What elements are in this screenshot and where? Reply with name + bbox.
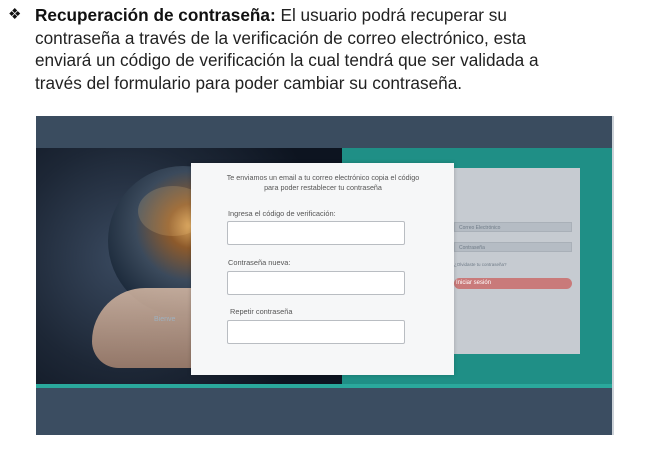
description-paragraph: ❖ Recuperación de contraseña: El usuario…	[8, 4, 634, 94]
bg-forgot-password-link: ¿Olvidaste tu contraseña?	[454, 262, 507, 267]
paragraph-line-3: enviará un código de verificación la cua…	[35, 50, 539, 71]
app-bottom-area	[36, 388, 614, 435]
paragraph-line-1-rest: El usuario podrá recuperar su	[275, 5, 507, 25]
paragraph-line-4: través del formulario para poder cambiar…	[35, 72, 463, 93]
modal-message-line-1: Te enviamos un email a tu correo electró…	[226, 173, 420, 182]
app-top-bar	[36, 116, 614, 148]
paragraph-term: Recuperación de contraseña:	[35, 5, 276, 25]
modal-message: Te enviamos un email a tu correo electró…	[207, 173, 439, 192]
repeat-password-input[interactable]	[227, 320, 405, 344]
background-login-form: Correo Electrónico Contraseña ¿Olvidaste…	[446, 168, 580, 354]
screenshot-right-border	[612, 116, 614, 435]
repeat-password-label: Repetir contraseña	[230, 307, 293, 316]
paragraph-text: Recuperación de contraseña: El usuario p…	[8, 4, 634, 94]
paragraph-line-1: Recuperación de contraseña: El usuario p…	[35, 4, 634, 27]
verification-code-input[interactable]	[227, 221, 405, 245]
new-password-label: Contraseña nueva:	[228, 258, 291, 267]
password-recovery-modal: Te enviamos un email a tu correo electró…	[191, 163, 454, 375]
bg-email-field: Correo Electrónico	[454, 222, 572, 232]
bg-login-button: Iniciar sesión	[454, 278, 572, 289]
bg-password-field: Contraseña	[454, 242, 572, 252]
code-label: Ingresa el código de verificación:	[228, 209, 336, 218]
new-password-input[interactable]	[227, 271, 405, 295]
hero-caption: Bienve	[154, 316, 176, 323]
bullet-diamond-icon: ❖	[8, 6, 22, 23]
paragraph-line-2: contraseña a través de la verificación d…	[35, 27, 527, 48]
embedded-screenshot: Bienve ●●● Correo Electrónico Contraseña…	[36, 116, 614, 435]
modal-message-line-2: para poder restablecer tu contraseña	[264, 182, 382, 192]
